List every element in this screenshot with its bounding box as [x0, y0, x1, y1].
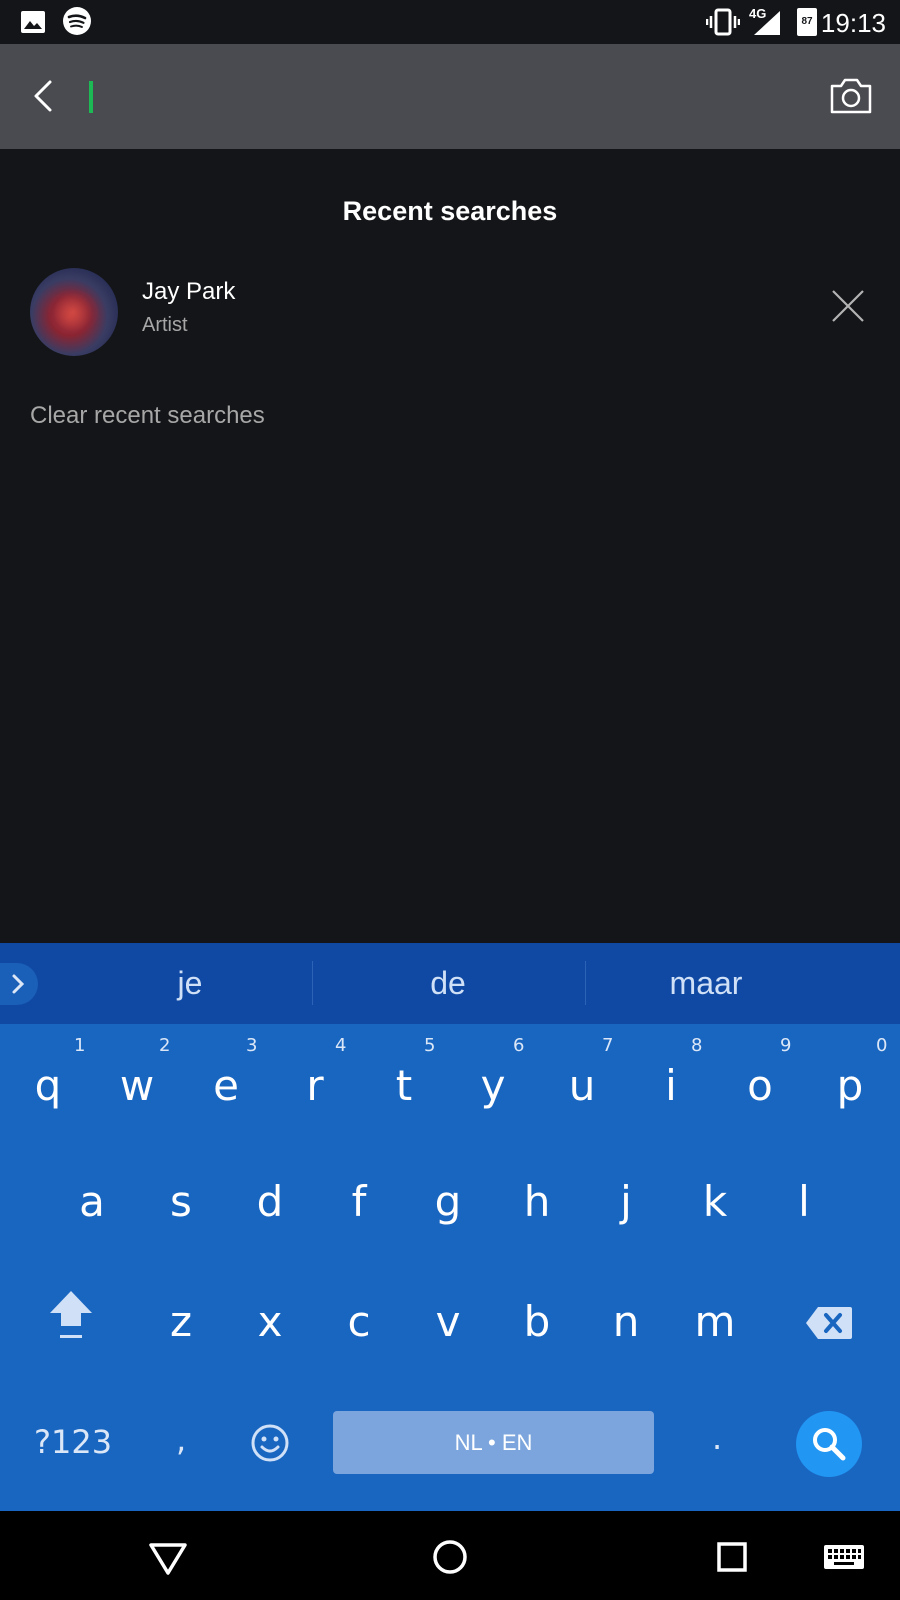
battery-icon: 87: [797, 8, 817, 36]
navigation-bar: [0, 1511, 900, 1600]
key-f[interactable]: f: [319, 1177, 399, 1226]
battery-level: 87: [801, 16, 813, 27]
backspace-key[interactable]: [804, 1305, 854, 1341]
status-bar: 4G 87 19:13: [0, 0, 900, 44]
search-action-key[interactable]: [796, 1411, 862, 1477]
key-z[interactable]: z: [141, 1297, 221, 1346]
emoji-icon: [251, 1424, 289, 1462]
key-a[interactable]: a: [52, 1177, 132, 1226]
key-u[interactable]: 7u: [542, 1035, 622, 1110]
recent-item-type: Artist: [142, 314, 188, 336]
back-arrow-icon[interactable]: [22, 74, 66, 118]
key-o[interactable]: 9o: [720, 1035, 800, 1110]
symbols-key[interactable]: ?123: [34, 1423, 112, 1461]
key-v[interactable]: v: [408, 1297, 488, 1346]
search-header: [0, 44, 900, 149]
key-i[interactable]: 8i: [631, 1035, 711, 1110]
key-p[interactable]: 0p: [810, 1035, 890, 1110]
key-c[interactable]: c: [319, 1297, 399, 1346]
vibrate-icon: [706, 8, 740, 36]
key-l[interactable]: l: [764, 1177, 844, 1226]
space-key[interactable]: NL • EN: [333, 1411, 654, 1474]
suggestion-divider: [312, 961, 313, 1005]
clock: 19:13: [820, 8, 886, 38]
search-input[interactable]: [100, 72, 780, 122]
key-g[interactable]: g: [408, 1177, 488, 1226]
suggestion-3[interactable]: maar: [636, 965, 776, 1002]
backspace-icon: [806, 1307, 852, 1339]
key-j[interactable]: j: [586, 1177, 666, 1226]
camera-icon[interactable]: [828, 76, 874, 116]
shift-icon: [50, 1291, 92, 1338]
suggestion-2[interactable]: de: [378, 965, 518, 1002]
key-x[interactable]: x: [230, 1297, 310, 1346]
keyboard-icon[interactable]: [820, 1533, 868, 1581]
text-caret: [89, 81, 93, 113]
key-s[interactable]: s: [141, 1177, 221, 1226]
key-w[interactable]: 2w: [97, 1035, 177, 1110]
recent-item-name: Jay Park: [142, 278, 236, 305]
chevron-right-icon: [12, 974, 25, 994]
key-t[interactable]: 5t: [364, 1035, 444, 1110]
recents-square-icon[interactable]: [708, 1533, 756, 1581]
key-r[interactable]: 4r: [275, 1035, 355, 1110]
suggestion-1[interactable]: je: [120, 965, 260, 1002]
recent-search-item[interactable]: Jay Park Artist: [0, 262, 900, 356]
signal-icon: [754, 11, 780, 35]
back-triangle-icon[interactable]: [144, 1533, 192, 1581]
artist-avatar: [30, 268, 118, 356]
soft-keyboard: je de maar 1q 2w 3e 4r 5t 6y 7u 8i 9o 0p…: [0, 943, 900, 1511]
expand-suggestions-button[interactable]: [0, 963, 38, 1005]
recent-searches-title: Recent searches: [342, 196, 558, 226]
search-icon: [813, 1428, 846, 1461]
key-e[interactable]: 3e: [186, 1035, 266, 1110]
key-y[interactable]: 6y: [453, 1035, 533, 1110]
suggestion-divider: [585, 961, 586, 1005]
key-n[interactable]: n: [586, 1297, 666, 1346]
key-h[interactable]: h: [497, 1177, 577, 1226]
key-k[interactable]: k: [675, 1177, 755, 1226]
comma-key[interactable]: ,: [176, 1421, 186, 1459]
key-b[interactable]: b: [497, 1297, 577, 1346]
close-icon[interactable]: [828, 286, 868, 326]
clear-recent-searches-button[interactable]: Clear recent searches: [30, 402, 265, 430]
image-icon: [21, 11, 45, 33]
spotify-icon: [63, 7, 91, 35]
key-d[interactable]: d: [230, 1177, 310, 1226]
period-key[interactable]: .: [712, 1419, 722, 1457]
emoji-key[interactable]: [250, 1423, 290, 1463]
shift-key[interactable]: [44, 1283, 98, 1343]
key-q[interactable]: 1q: [8, 1035, 88, 1110]
key-m[interactable]: m: [675, 1297, 755, 1346]
home-circle-icon[interactable]: [426, 1533, 474, 1581]
suggestion-bar: je de maar: [0, 943, 900, 1024]
